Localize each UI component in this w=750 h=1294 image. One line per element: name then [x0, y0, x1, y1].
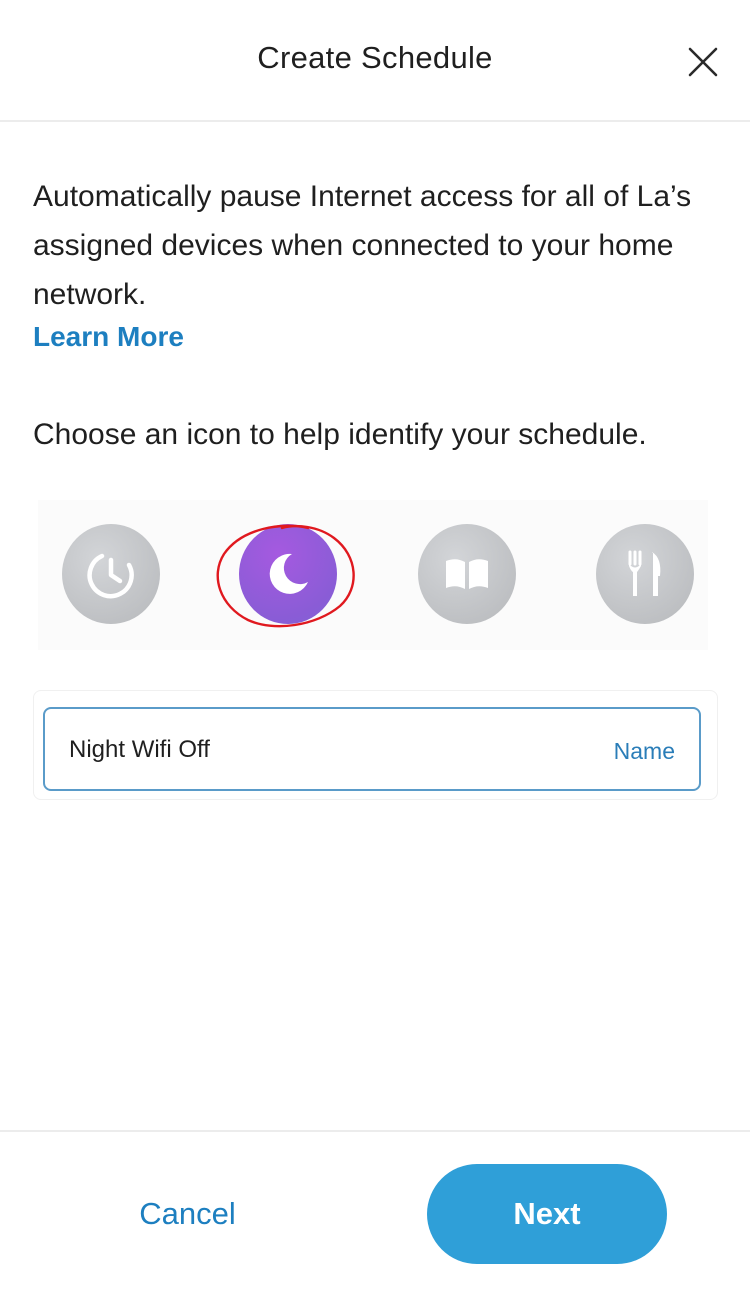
- next-button[interactable]: Next: [427, 1164, 667, 1264]
- icon-option-dining[interactable]: [596, 524, 694, 624]
- clock-icon: [87, 553, 134, 599]
- icon-option-clock[interactable]: [62, 524, 160, 624]
- schedule-name-input[interactable]: [69, 731, 589, 769]
- book-icon: [446, 559, 488, 589]
- learn-more-link[interactable]: Learn More: [33, 321, 184, 353]
- icon-chooser: [38, 500, 708, 650]
- cancel-button[interactable]: Cancel: [100, 1192, 275, 1236]
- choose-icon-label: Choose an icon to help identify your sch…: [33, 418, 647, 451]
- close-button[interactable]: [681, 40, 725, 84]
- name-card: Name: [33, 690, 718, 800]
- icon-option-moon[interactable]: [239, 524, 337, 624]
- page-title: Create Schedule: [257, 40, 493, 75]
- create-schedule-screen: Create Schedule Automatically pause Inte…: [0, 0, 750, 1294]
- footer: Cancel Next: [0, 1130, 750, 1294]
- name-field-label: Name: [613, 738, 675, 764]
- close-icon: [688, 47, 718, 77]
- fork-knife-icon: [628, 550, 661, 596]
- schedule-description: Automatically pause Internet access for …: [33, 180, 692, 311]
- moon-icon: [269, 553, 308, 594]
- schedule-name-field[interactable]: Name: [43, 707, 701, 791]
- header: Create Schedule: [0, 0, 750, 122]
- icon-option-book[interactable]: [418, 524, 516, 624]
